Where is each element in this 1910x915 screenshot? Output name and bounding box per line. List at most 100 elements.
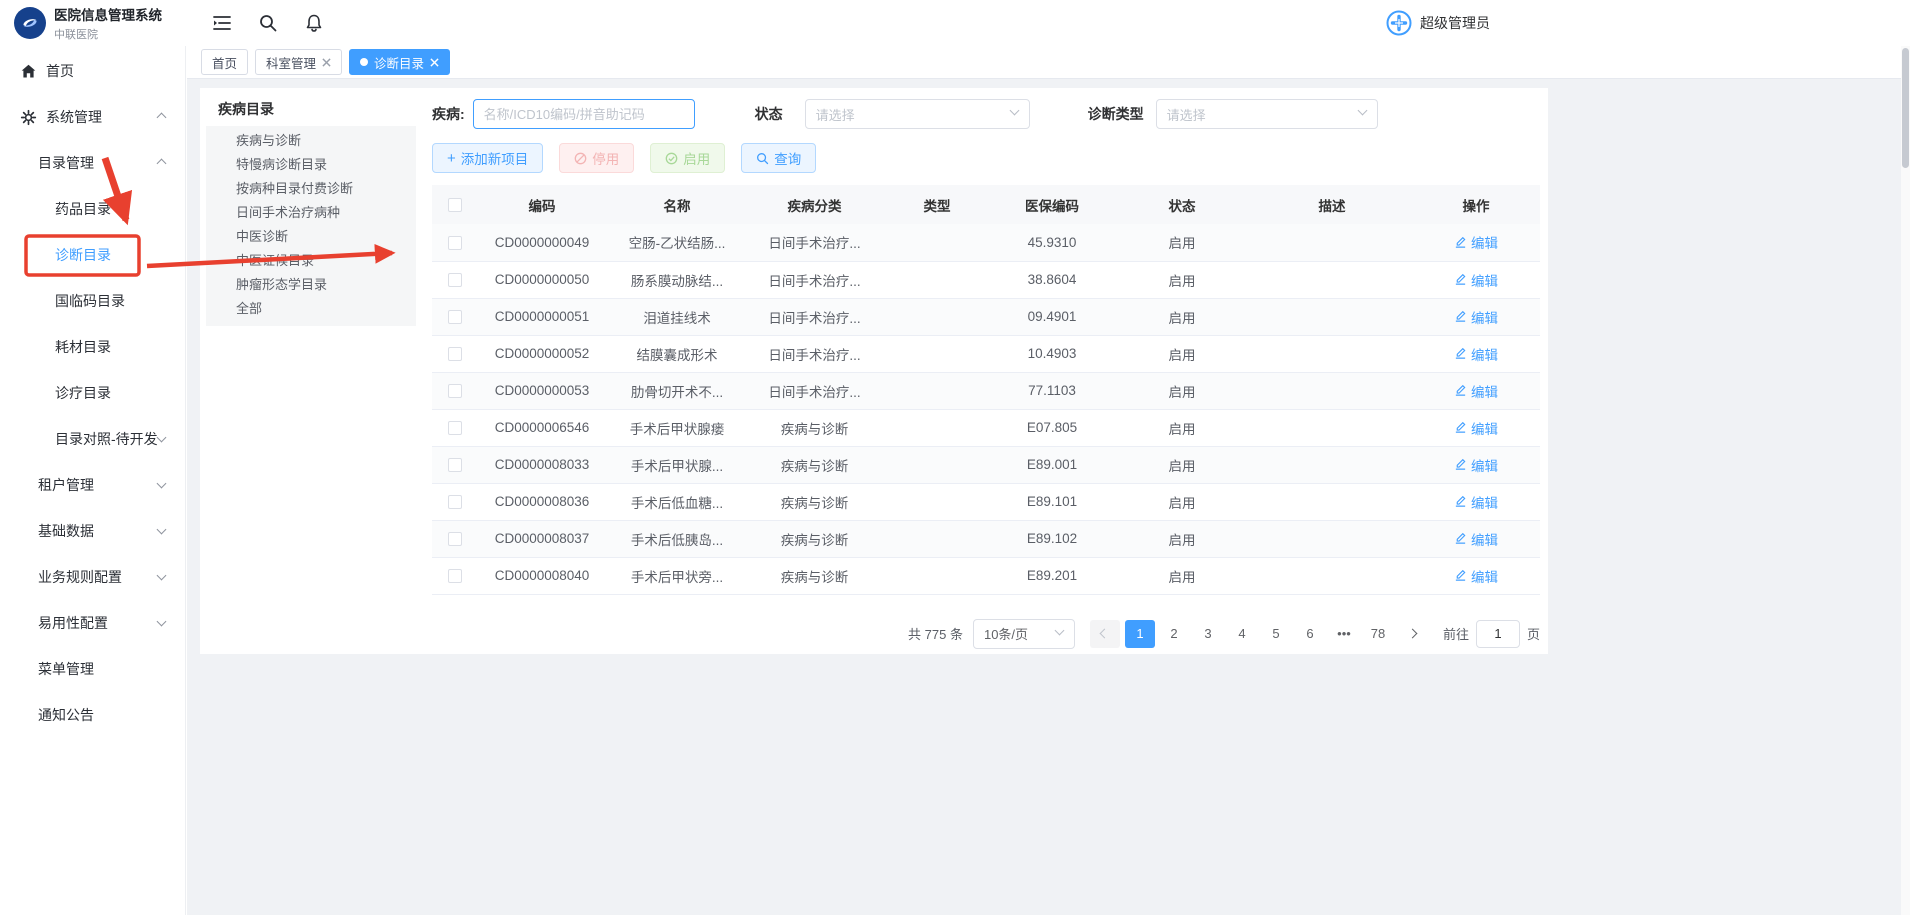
page-button-6[interactable]: 6 [1295, 620, 1325, 648]
edit-button[interactable]: 编辑 [1454, 492, 1498, 512]
tab-department-mgmt[interactable]: 科室管理 [255, 49, 342, 75]
user-area[interactable]: 超级管理员 [1386, 0, 1490, 46]
category-item[interactable]: 全部 [206, 297, 416, 321]
chevron-down-icon [157, 616, 167, 626]
row-checkbox[interactable] [448, 273, 462, 287]
scrollbar-thumb[interactable] [1902, 48, 1909, 168]
query-button[interactable]: 查询 [741, 143, 816, 173]
row-checkbox[interactable] [448, 347, 462, 361]
prev-page-button[interactable] [1090, 620, 1120, 648]
page-button-3[interactable]: 3 [1193, 620, 1223, 648]
close-icon[interactable] [322, 58, 331, 67]
row-checkbox[interactable] [448, 495, 462, 509]
sidebar-item-treatment-catalog[interactable]: 诊疗目录 [0, 370, 185, 416]
bell-icon[interactable] [304, 13, 324, 33]
page-size-select[interactable]: 10条/页 [973, 619, 1075, 649]
cell-name: 泪道挂线术 [607, 298, 747, 335]
cell-type [882, 446, 992, 483]
sidebar-item-drug-catalog[interactable]: 药品目录 [0, 186, 185, 232]
collapse-menu-icon[interactable] [212, 13, 232, 33]
page-button-4[interactable]: 4 [1227, 620, 1257, 648]
sidebar-item-label: 国临码目录 [55, 291, 125, 311]
cell-category: 疾病与诊断 [747, 446, 882, 483]
edit-button[interactable]: 编辑 [1454, 381, 1498, 401]
edit-button[interactable]: 编辑 [1454, 232, 1498, 252]
edit-button[interactable]: 编辑 [1454, 307, 1498, 327]
page-button-78[interactable]: 78 [1363, 620, 1393, 648]
tab-home[interactable]: 首页 [201, 49, 248, 75]
row-checkbox[interactable] [448, 236, 462, 250]
cell-name: 手术后低胰岛... [607, 520, 747, 557]
row-checkbox[interactable] [448, 458, 462, 472]
sidebar-item-notice[interactable]: 通知公告 [0, 692, 185, 738]
category-item[interactable]: 特慢病诊断目录 [206, 153, 416, 177]
cell-category: 日间手术治疗... [747, 224, 882, 261]
header-icons [186, 13, 324, 33]
category-item[interactable]: 疾病与诊断 [206, 129, 416, 153]
sidebar-item-usability-config[interactable]: 易用性配置 [0, 600, 185, 646]
tab-label: 科室管理 [266, 53, 316, 72]
disable-button[interactable]: 停用 [559, 143, 634, 173]
sidebar-item-tenant-mgmt[interactable]: 租户管理 [0, 462, 185, 508]
row-checkbox[interactable] [448, 532, 462, 546]
category-item[interactable]: 按病种目录付费诊断 [206, 177, 416, 201]
goto-page-input[interactable] [1476, 620, 1520, 648]
cell-description [1252, 372, 1412, 409]
edit-icon [1454, 236, 1467, 249]
select-all-checkbox[interactable] [448, 198, 462, 212]
edit-button[interactable]: 编辑 [1454, 418, 1498, 438]
category-item[interactable]: 中医诊断 [206, 225, 416, 249]
page-button-5[interactable]: 5 [1261, 620, 1291, 648]
cell-description [1252, 483, 1412, 520]
row-checkbox[interactable] [448, 421, 462, 435]
sidebar-item-consumable-catalog[interactable]: 耗材目录 [0, 324, 185, 370]
edit-label: 编辑 [1471, 344, 1498, 364]
disease-category-panel: 疾病目录 疾病与诊断 特慢病诊断目录 按病种目录付费诊断 日间手术治疗病种 中医… [206, 94, 416, 326]
sidebar-item-menu-mgmt[interactable]: 菜单管理 [0, 646, 185, 692]
add-item-button[interactable]: + 添加新项目 [432, 143, 543, 173]
edit-button[interactable]: 编辑 [1454, 344, 1498, 364]
tab-diagnosis-catalog[interactable]: 诊断目录 [349, 49, 450, 75]
sidebar-item-base-data[interactable]: 基础数据 [0, 508, 185, 554]
edit-label: 编辑 [1471, 307, 1498, 327]
category-item[interactable]: 肿瘤形态学目录 [206, 273, 416, 297]
tab-label: 诊断目录 [374, 53, 424, 72]
cell-medicare-code: E89.101 [992, 483, 1112, 520]
diagnosis-type-select[interactable]: 请选择 [1156, 99, 1378, 129]
forbid-icon [574, 152, 587, 165]
row-checkbox[interactable] [448, 310, 462, 324]
page-button-2[interactable]: 2 [1159, 620, 1189, 648]
chevron-up-icon [157, 158, 167, 168]
disease-search-input[interactable] [473, 99, 695, 129]
column-header-description: 描述 [1252, 185, 1412, 224]
row-checkbox[interactable] [448, 384, 462, 398]
app-titles: 医院信息管理系统 中联医院 [54, 4, 162, 42]
close-icon[interactable] [430, 58, 439, 67]
chevron-down-icon [1009, 106, 1019, 116]
edit-button[interactable]: 编辑 [1454, 455, 1498, 475]
more-pages-button[interactable]: ••• [1329, 620, 1359, 648]
status-select[interactable]: 请选择 [805, 99, 1030, 129]
sidebar-item-catalog-compare[interactable]: 目录对照-待开发 [0, 416, 185, 462]
sidebar-item-home[interactable]: 首页 [0, 48, 185, 94]
row-checkbox[interactable] [448, 569, 462, 583]
enable-button[interactable]: 启用 [650, 143, 725, 173]
page-button-1[interactable]: 1 [1125, 620, 1155, 648]
sidebar-item-system-mgmt[interactable]: 系统管理 [0, 94, 185, 140]
category-item[interactable]: 日间手术治疗病种 [206, 201, 416, 225]
search-icon[interactable] [258, 13, 278, 33]
sidebar-item-business-rules[interactable]: 业务规则配置 [0, 554, 185, 600]
next-page-button[interactable] [1398, 620, 1428, 648]
edit-button[interactable]: 编辑 [1454, 270, 1498, 290]
sidebar-item-national-code-catalog[interactable]: 国临码目录 [0, 278, 185, 324]
vertical-scrollbar[interactable] [1901, 46, 1910, 915]
cell-status: 启用 [1112, 409, 1252, 446]
category-item[interactable]: 中医证候目录 [206, 249, 416, 273]
cell-name: 手术后低血糖... [607, 483, 747, 520]
sidebar-item-diagnosis-catalog[interactable]: 诊断目录 [0, 232, 185, 278]
cell-category: 疾病与诊断 [747, 557, 882, 594]
sidebar-item-catalog-mgmt[interactable]: 目录管理 [0, 140, 185, 186]
goto-label: 前往 [1443, 624, 1469, 643]
edit-button[interactable]: 编辑 [1454, 529, 1498, 549]
edit-button[interactable]: 编辑 [1454, 566, 1498, 586]
